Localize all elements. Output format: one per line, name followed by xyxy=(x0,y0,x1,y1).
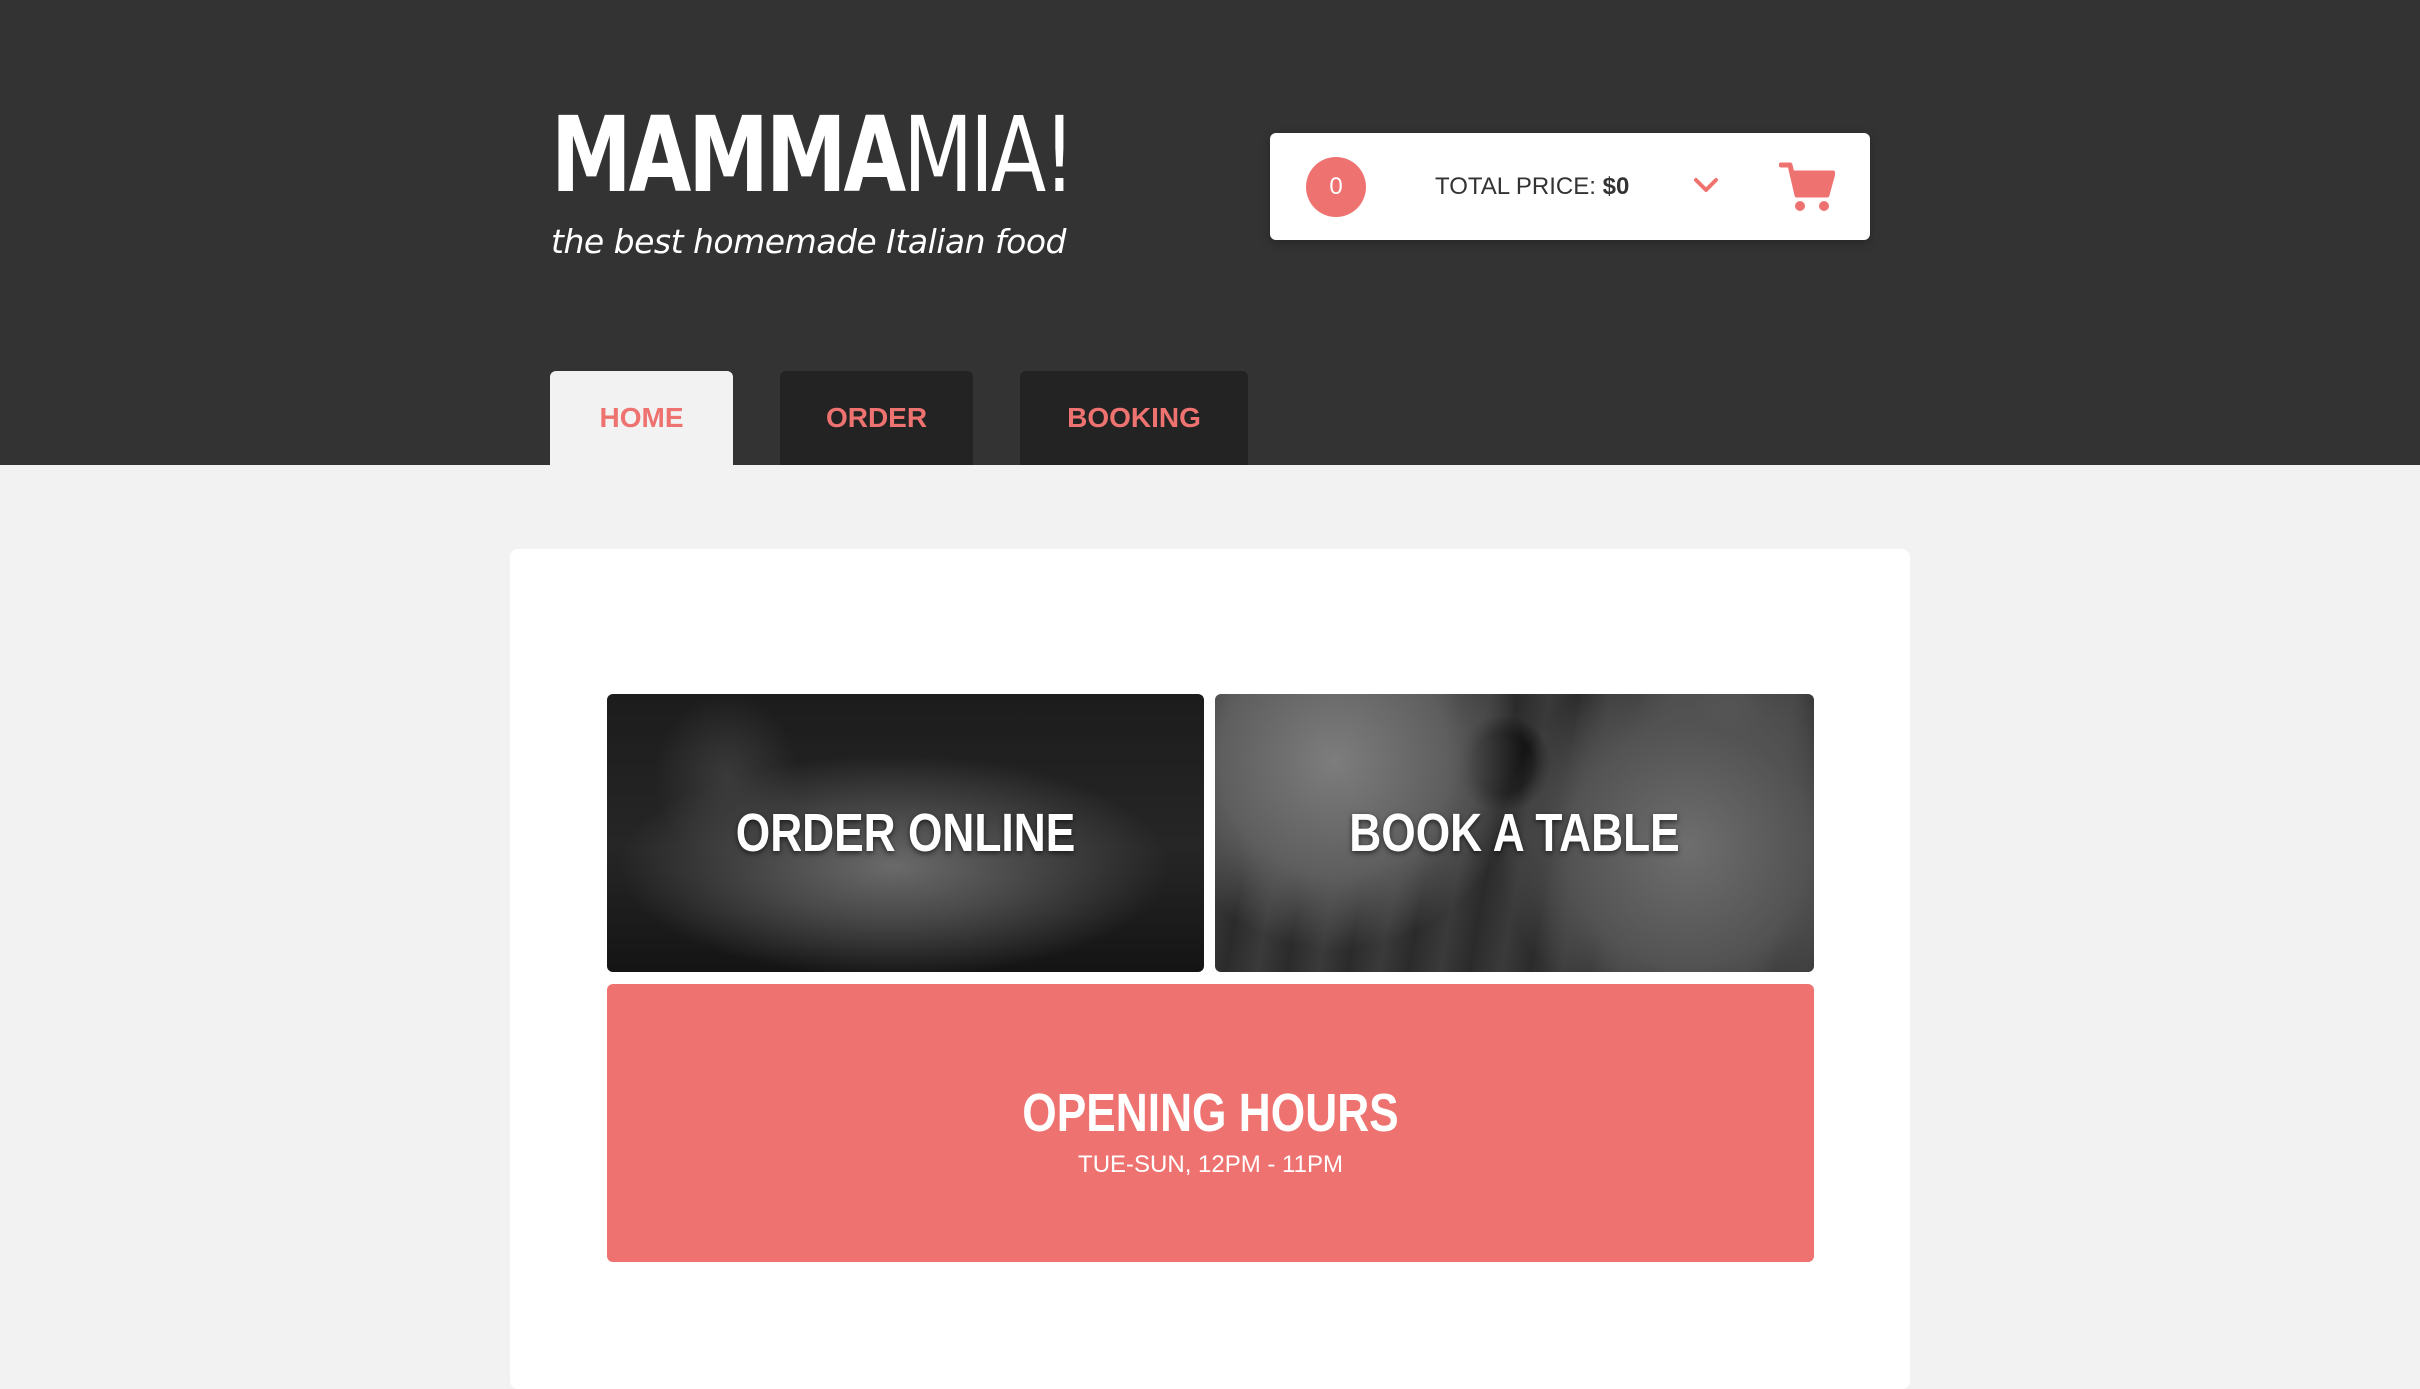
site-header: MAMMAMIA! the best homemade Italian food… xyxy=(0,0,2420,465)
site-logo[interactable]: MAMMAMIA! xyxy=(551,100,1076,210)
cart-total-label: TOTAL PRICE: xyxy=(1435,173,1603,200)
cart-count-badge: 0 xyxy=(1306,157,1366,217)
book-table-label: BOOK A TABLE xyxy=(1349,803,1680,863)
order-online-label: ORDER ONLINE xyxy=(735,803,1076,863)
logo-light-text: MIA! xyxy=(903,94,1076,216)
tab-home[interactable]: HOME xyxy=(550,371,733,465)
cart-total-value: $0 xyxy=(1602,173,1630,200)
cart-total-price: TOTAL PRICE: $0 xyxy=(1435,169,1629,205)
cart-widget[interactable]: 0 TOTAL PRICE: $0 xyxy=(1270,133,1870,240)
chevron-down-icon[interactable] xyxy=(1686,165,1726,205)
opening-hours-time: TUE-SUN, 12PM - 11PM xyxy=(1078,1151,1343,1178)
logo-bold-text: MAMMA xyxy=(551,94,906,216)
main-panel: ORDER ONLINE BOOK A TABLE OPENING HOURS … xyxy=(510,549,1910,1389)
opening-hours-tile: OPENING HOURS TUE-SUN, 12PM - 11PM xyxy=(607,984,1814,1262)
tab-booking[interactable]: BOOKING xyxy=(1020,371,1248,465)
shopping-cart-icon[interactable] xyxy=(1779,161,1835,213)
site-tagline: the best homemade Italian food xyxy=(551,222,1066,261)
order-online-tile[interactable]: ORDER ONLINE xyxy=(607,694,1204,972)
tab-order[interactable]: ORDER xyxy=(780,371,973,465)
book-table-tile[interactable]: BOOK A TABLE xyxy=(1215,694,1814,972)
opening-hours-title: OPENING HOURS xyxy=(1022,1083,1399,1143)
